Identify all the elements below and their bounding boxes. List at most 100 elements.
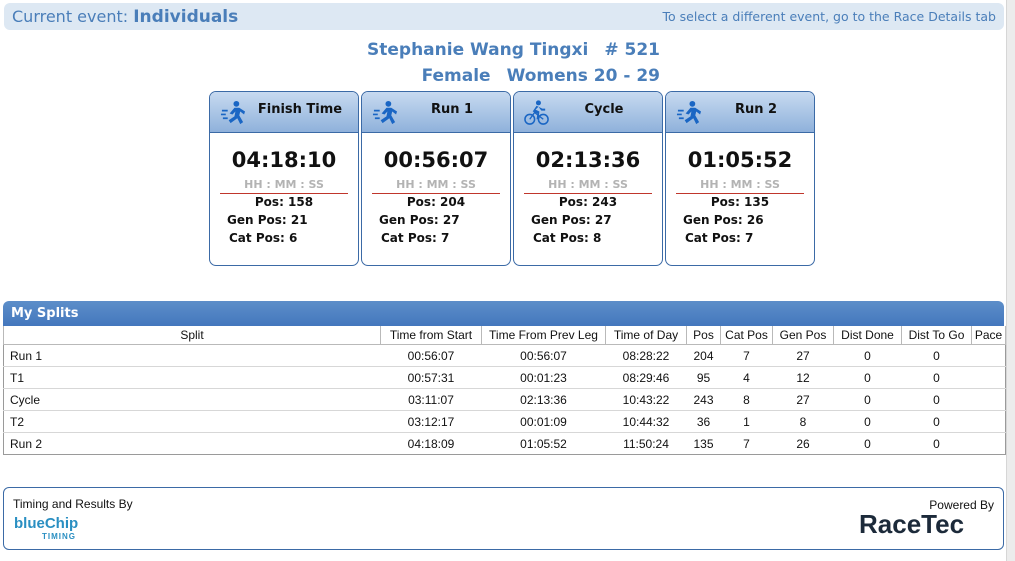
bluechip-logo-sub: TIMING [42, 532, 76, 541]
time-format-label: HH : MM : SS [524, 178, 652, 194]
table-cell [971, 388, 1006, 411]
table-cell: 0 [833, 366, 902, 389]
card-time: 02:13:36 [535, 148, 641, 172]
table-cell: 03:11:07 [380, 388, 482, 411]
card-title: Cycle [584, 102, 624, 117]
bluechip-logo: blueChip TIMING [14, 515, 78, 541]
table-cell: 00:57:31 [380, 366, 482, 389]
time-format-label: HH : MM : SS [676, 178, 804, 194]
table-cell: Cycle [3, 388, 381, 411]
table-cell: 0 [901, 366, 972, 389]
runner-icon [676, 100, 702, 125]
result-card: Run 2 01:05:52 HH : MM : SS Pos: 135 Gen Pos… [665, 91, 815, 266]
table-cell: 08:28:22 [605, 344, 687, 367]
category-position: Cat Pos: 8 [533, 231, 602, 245]
column-header[interactable]: Gen Pos [772, 326, 834, 345]
time-format-label: HH : MM : SS [372, 178, 500, 194]
column-header[interactable]: Time of Day [605, 326, 687, 345]
table-row: T1 00:57:31 00:01:23 08:29:46 95 4 12 0 0 [3, 366, 1006, 389]
table-cell: 00:01:23 [481, 366, 606, 389]
table-cell: 0 [901, 432, 972, 455]
bluechip-logo-text: blueChip [14, 515, 78, 532]
gender-position: Gen Pos: 21 [227, 213, 308, 227]
table-cell: 204 [686, 344, 721, 367]
splits-header: My Splits [3, 301, 1004, 326]
table-cell: 04:18:09 [380, 432, 482, 455]
table-cell: T2 [3, 410, 381, 433]
card-header: Run 2 [666, 92, 814, 133]
result-card: Run 1 00:56:07 HH : MM : SS Pos: 204 Gen Pos… [361, 91, 511, 266]
card-time: 00:56:07 [383, 148, 489, 172]
table-cell: 10:44:32 [605, 410, 687, 433]
event-bar: Current event: Individuals To select a d… [4, 3, 1004, 30]
table-cell: 01:05:52 [481, 432, 606, 455]
table-cell [971, 344, 1006, 367]
vertical-scrollbar[interactable] [1006, 0, 1015, 561]
timing-by-label: Timing and Results By [13, 497, 133, 511]
table-cell: 08:29:46 [605, 366, 687, 389]
athlete-name-line: Stephanie Wang Tingxi # 521 [0, 40, 660, 60]
table-cell: 0 [901, 344, 972, 367]
table-row: Run 2 04:18:09 01:05:52 11:50:24 135 7 26 0 0 [3, 432, 1006, 455]
column-header[interactable]: Pace [971, 326, 1006, 345]
athlete-gender: Female [421, 66, 491, 86]
table-cell: 0 [833, 432, 902, 455]
runner-icon [220, 100, 246, 125]
athlete-name: Stephanie Wang Tingxi [367, 40, 589, 60]
table-row: Cycle 03:11:07 02:13:36 10:43:22 243 8 27 0 0 [3, 388, 1006, 411]
category-position: Cat Pos: 7 [685, 231, 754, 245]
table-cell: 243 [686, 388, 721, 411]
runner-icon [372, 100, 398, 125]
table-cell: 7 [720, 432, 773, 455]
table-cell: 03:12:17 [380, 410, 482, 433]
event-hint: To select a different event, go to the R… [662, 9, 996, 24]
overall-position: Pos: 243 [558, 195, 618, 209]
table-cell: 0 [901, 388, 972, 411]
result-card: Cycle 02:13:36 HH : MM : SS Pos: 243 Gen Pos… [513, 91, 663, 266]
overall-position: Pos: 158 [254, 195, 314, 209]
card-time: 04:18:10 [231, 148, 337, 172]
table-cell: 95 [686, 366, 721, 389]
gender-position: Gen Pos: 27 [379, 213, 460, 227]
column-header[interactable]: Pos [686, 326, 721, 345]
overall-position: Pos: 204 [406, 195, 466, 209]
current-event-label: Current event: [12, 7, 129, 26]
table-cell: 0 [901, 410, 972, 433]
table-cell: Run 2 [3, 432, 381, 455]
table-cell: 27 [772, 344, 834, 367]
column-header[interactable]: Dist To Go [901, 326, 972, 345]
table-cell [971, 432, 1006, 455]
column-header[interactable]: Time From Prev Leg [481, 326, 606, 345]
table-cell: 0 [833, 344, 902, 367]
table-cell: 0 [833, 388, 902, 411]
table-cell: 26 [772, 432, 834, 455]
current-event-name: Individuals [133, 7, 239, 27]
table-cell: 27 [772, 388, 834, 411]
card-title: Finish Time [257, 102, 343, 117]
category-position: Cat Pos: 6 [229, 231, 298, 245]
column-header[interactable]: Time from Start [380, 326, 482, 345]
column-header[interactable]: Cat Pos [720, 326, 773, 345]
current-event: Current event: Individuals [12, 7, 238, 27]
column-header[interactable]: Split [3, 326, 381, 345]
racetec-logo-text: RaceTec [859, 510, 964, 539]
column-header[interactable]: Dist Done [833, 326, 902, 345]
table-cell: 4 [720, 366, 773, 389]
table-row: Run 1 00:56:07 00:56:07 08:28:22 204 7 27 0 0 [3, 344, 1006, 367]
footer: Timing and Results By blueChip TIMING Po… [3, 487, 1004, 550]
table-cell: 00:56:07 [481, 344, 606, 367]
table-cell [971, 410, 1006, 433]
table-cell: 11:50:24 [605, 432, 687, 455]
athlete-category-line: Female Womens 20 - 29 [0, 66, 660, 86]
category-position: Cat Pos: 7 [381, 231, 450, 245]
table-cell: 1 [720, 410, 773, 433]
overall-position: Pos: 135 [710, 195, 770, 209]
result-card: Finish Time 04:18:10 HH : MM : SS Pos: 158 G… [209, 91, 359, 266]
card-header: Run 1 [362, 92, 510, 133]
card-header: Cycle [514, 92, 662, 133]
table-cell: T1 [3, 366, 381, 389]
gender-position: Gen Pos: 27 [531, 213, 612, 227]
table-cell: Run 1 [3, 344, 381, 367]
table-cell: 7 [720, 344, 773, 367]
card-time: 01:05:52 [687, 148, 793, 172]
